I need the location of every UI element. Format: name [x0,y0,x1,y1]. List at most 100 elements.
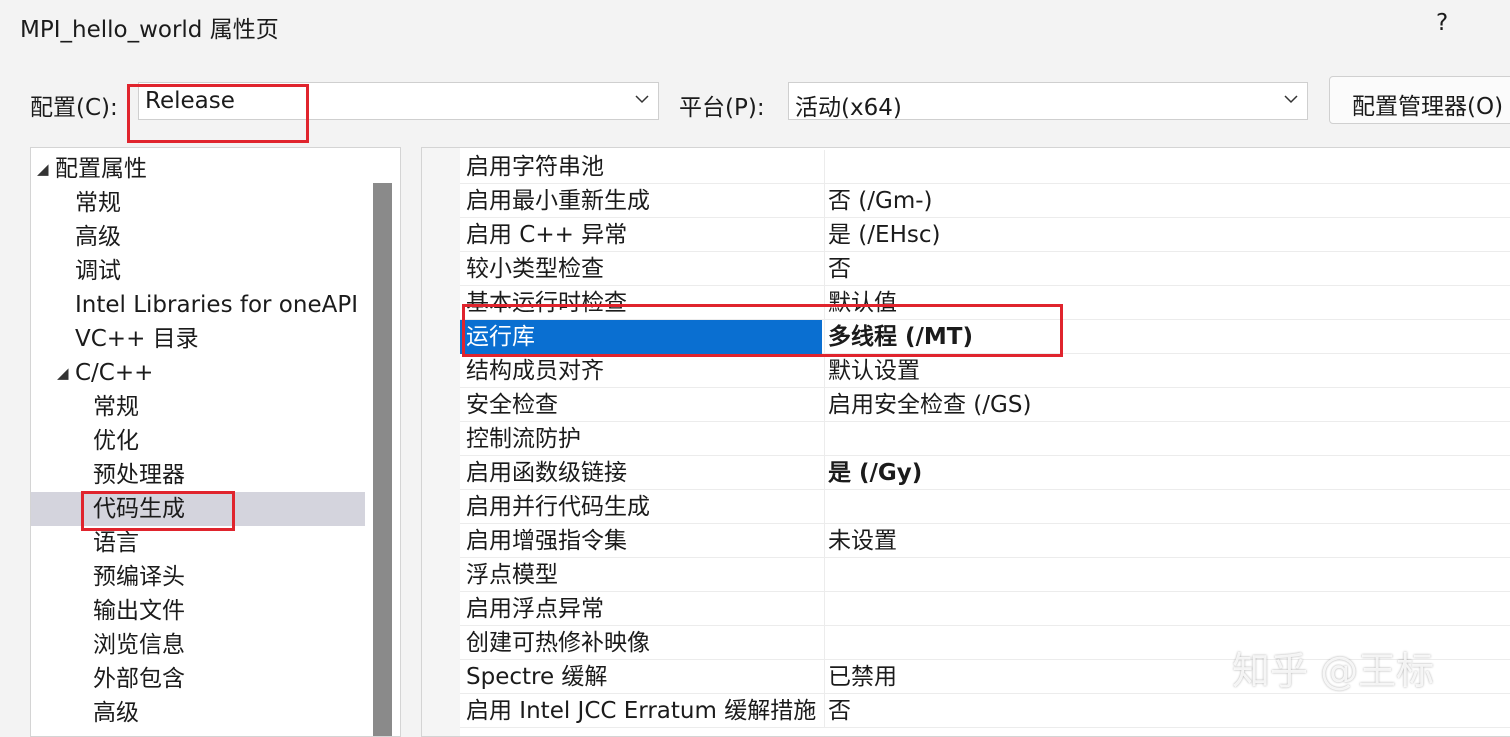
annotation-box-config [127,84,309,143]
property-value[interactable]: 否 [828,694,851,728]
property-row[interactable]: 启用 Intel JCC Erratum 缓解措施否 [460,694,1510,728]
grid-gutter [422,148,460,736]
platform-dropdown[interactable]: 活动(x64) [788,82,1308,121]
tree-item-label: 常规 [75,190,121,216]
property-value[interactable]: 已禁用 [828,660,897,694]
window-title: MPI_hello_world 属性页 [20,17,279,43]
property-row[interactable]: 启用字符串池 [460,150,1510,184]
column-divider [824,524,825,558]
tree-item-label: 预处理器 [93,462,185,488]
property-row[interactable]: 控制流防护 [460,422,1510,456]
tree-item[interactable]: 输出文件 [31,594,365,628]
column-divider [824,558,825,592]
property-row[interactable]: 启用 C++ 异常 是 (/EHsc) [460,218,1510,252]
property-value[interactable]: 未设置 [828,524,897,558]
tree-item-label: 浏览信息 [93,632,185,658]
tree-item-label: 高级 [75,224,121,250]
property-name: 控制流防护 [466,426,581,452]
tree-scrollbar[interactable] [373,183,392,736]
property-row[interactable]: 结构成员对齐 默认设置 [460,354,1510,388]
column-divider [824,354,825,388]
tree-item[interactable]: 浏览信息 [31,628,365,662]
property-name: 较小类型检查 [466,256,604,282]
column-divider [824,218,825,252]
property-value[interactable]: 否 (/Gm-) [828,184,933,218]
tree-item[interactable]: 预处理器 [31,458,365,492]
tree-item-label: Intel Libraries for oneAPI [75,292,358,318]
column-divider [824,626,825,660]
property-row[interactable]: 启用并行代码生成 [460,490,1510,524]
tree-item-label: C/C++ [75,360,154,386]
tree-item[interactable]: Intel Libraries for oneAPI [31,288,365,322]
column-divider [824,660,825,694]
tree-item[interactable]: 常规 [31,390,365,424]
property-name: 创建可热修补映像 [466,630,650,656]
chevron-down-icon [1284,95,1298,104]
annotation-box-codegen [81,491,235,531]
property-row[interactable]: 安全检查 启用安全检查 (/GS) [460,388,1510,422]
tree-item[interactable]: 预编译头 [31,560,365,594]
column-divider [824,388,825,422]
property-name: 启用最小重新生成 [466,188,650,214]
column-divider [824,422,825,456]
config-manager-button[interactable]: 配置管理器(O) [1329,76,1510,124]
watermark: 知乎 @王标 [1232,649,1435,693]
tree-item-label: 语言 [93,530,139,556]
column-divider [824,694,825,728]
tree-item[interactable]: ◢ C/C++ [31,356,365,390]
expand-arrow-icon[interactable]: ◢ [57,356,69,390]
chevron-down-icon [635,95,649,104]
column-divider [824,456,825,490]
column-divider [824,252,825,286]
property-value[interactable]: 启用安全检查 (/GS) [828,388,1031,422]
tree-item-label: 输出文件 [93,598,185,624]
property-row[interactable]: 较小类型检查 否 [460,252,1510,286]
tree-item-label: 优化 [93,428,139,454]
config-label: 配置(C): [30,95,118,121]
tree-item-label: 外部包含 [93,666,185,692]
column-divider [824,150,825,184]
tree-item[interactable]: 调试 [31,254,365,288]
help-button[interactable]: ? [1436,10,1448,36]
property-name: 安全检查 [466,392,558,418]
property-value[interactable]: 默认设置 [828,354,920,388]
property-value[interactable]: 是 (/Gy) [828,456,922,490]
tree-item-label: VC++ 目录 [75,326,199,352]
property-name: 启用字符串池 [466,154,604,180]
property-value[interactable]: 是 (/EHsc) [828,218,940,252]
tree-item-label: 调试 [75,258,121,284]
tree-item[interactable]: 语言 [31,526,365,560]
platform-label: 平台(P): [679,95,765,121]
column-divider [824,592,825,626]
tree-item[interactable]: 常规 [31,186,365,220]
property-name: 启用函数级链接 [466,460,627,486]
property-tree: ◢ 配置属性 常规 高级 调试 Intel Libraries for oneAPI VC+… [30,147,401,737]
tree-item[interactable]: 优化 [31,424,365,458]
tree-item-label: 配置属性 [55,156,147,182]
platform-dropdown-value: 活动(x64) [795,95,902,121]
property-name: 启用增强指令集 [466,528,627,554]
tree-item[interactable]: VC++ 目录 [31,322,365,356]
annotation-box-runtime [462,304,1063,357]
property-name: 浮点模型 [466,562,558,588]
tree-item[interactable]: 外部包含 [31,662,365,696]
property-name: 启用 Intel JCC Erratum 缓解措施 [466,698,817,724]
tree-item-label: 常规 [93,394,139,420]
tree-item[interactable]: ◢ 配置属性 [31,152,365,186]
property-row[interactable]: 启用浮点异常 [460,592,1510,626]
property-row[interactable]: 启用函数级链接 是 (/Gy) [460,456,1510,490]
property-name: 启用 C++ 异常 [466,222,628,248]
property-name: Spectre 缓解 [466,664,608,690]
tree-item[interactable]: 高级 [31,220,365,254]
property-value[interactable]: 否 [828,252,851,286]
column-divider [824,490,825,524]
property-row[interactable]: 启用增强指令集 未设置 [460,524,1510,558]
expand-arrow-icon[interactable]: ◢ [37,152,49,186]
tree-item-label: 预编译头 [93,564,185,590]
property-row[interactable]: 浮点模型 [460,558,1510,592]
property-row[interactable]: 启用最小重新生成 否 (/Gm-) [460,184,1510,218]
property-name: 结构成员对齐 [466,358,604,384]
property-name: 启用并行代码生成 [466,494,650,520]
title-bar: MPI_hello_world 属性页 ? [0,0,1510,55]
property-name: 启用浮点异常 [466,596,604,622]
